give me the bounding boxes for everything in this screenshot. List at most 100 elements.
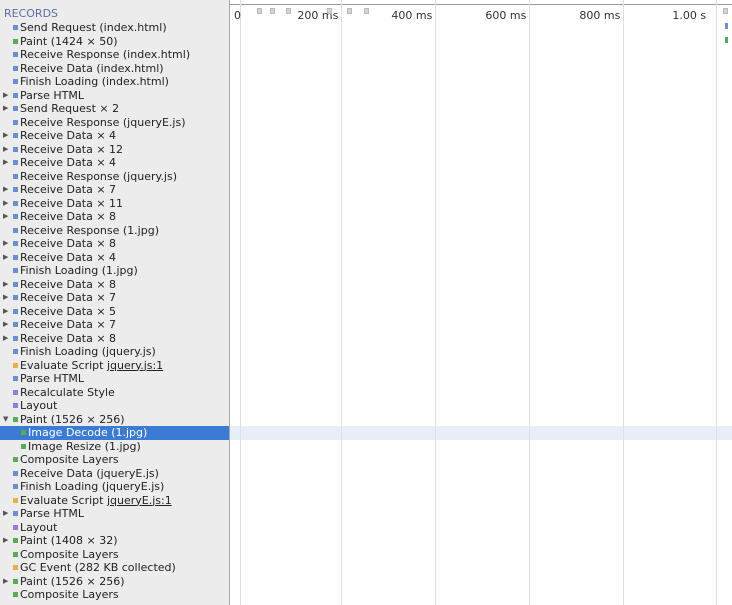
record-label: Parse HTML	[20, 507, 85, 520]
record-row[interactable]: ▶ Receive Data × 11	[0, 197, 229, 211]
record-row[interactable]: ▶ Receive Data × 8	[0, 237, 229, 251]
record-row[interactable]: ▶ Receive Data × 4	[0, 251, 229, 265]
record-row[interactable]: Image Resize (1.jpg)	[0, 440, 229, 454]
record-category-icon	[13, 470, 18, 476]
record-row[interactable]: Layout	[0, 521, 229, 535]
record-label: Parse HTML	[20, 88, 85, 102]
expand-right-icon[interactable]: ▶	[3, 291, 10, 305]
record-category-icon	[13, 146, 18, 152]
record-row[interactable]: ▶ Send Request × 2	[0, 102, 229, 116]
record-row[interactable]: Finish Loading (index.html)	[0, 75, 229, 89]
record-row[interactable]: Finish Loading (1.jpg)	[0, 264, 229, 278]
record-row[interactable]: Receive Data (index.html)	[0, 62, 229, 76]
record-row[interactable]: ▶ Receive Data × 5	[0, 305, 229, 319]
record-row[interactable]: ▶ Receive Data × 8	[0, 210, 229, 224]
record-label: Paint (1424 × 50)	[20, 34, 118, 48]
expand-right-icon[interactable]: ▶	[3, 143, 10, 157]
expand-right-icon[interactable]: ▶	[3, 507, 10, 521]
record-label: Receive Data (index.html)	[20, 61, 164, 75]
record-row[interactable]: Finish Loading (jqueryE.js)	[0, 480, 229, 494]
record-category-icon	[13, 484, 18, 489]
record-category-icon	[13, 335, 18, 341]
expand-right-icon[interactable]: ▶	[3, 237, 10, 251]
record-row[interactable]: ▶ Receive Data × 4	[0, 129, 229, 143]
record-row[interactable]: Composite Layers	[0, 453, 229, 467]
record-row[interactable]: ▼ Paint (1526 × 256)	[0, 413, 229, 427]
record-row[interactable]: Receive Response (index.html)	[0, 48, 229, 62]
record-row[interactable]: Send Request (index.html)	[0, 21, 229, 35]
record-row[interactable]: Receive Response (1.jpg)	[0, 224, 229, 238]
record-bar[interactable]	[725, 23, 728, 29]
record-row[interactable]: Receive Response (jqueryE.js)	[0, 116, 229, 130]
expand-right-icon[interactable]: ▶	[3, 251, 10, 265]
record-row[interactable]: Paint (1424 × 50)	[0, 35, 229, 49]
expand-right-icon[interactable]: ▶	[3, 129, 10, 143]
timeline-overview-strip	[230, 0, 732, 5]
record-category-icon	[13, 389, 18, 395]
expand-down-icon[interactable]: ▼	[3, 413, 10, 427]
expand-right-icon[interactable]: ▶	[3, 156, 10, 170]
record-category-icon	[13, 187, 18, 192]
record-label: Receive Data × 8	[20, 331, 117, 345]
record-row[interactable]: ▶ Paint (1408 × 32)	[0, 534, 229, 548]
record-row[interactable]: Evaluate Script jquery.js:1	[0, 359, 229, 373]
expand-right-icon[interactable]: ▶	[3, 183, 10, 197]
expand-right-icon[interactable]: ▶	[3, 534, 10, 548]
record-category-icon	[13, 119, 18, 125]
timeline-gridline	[240, 0, 241, 605]
expand-right-icon[interactable]: ▶	[3, 575, 10, 589]
record-label: Finish Loading (jquery.js)	[20, 345, 156, 358]
record-category-icon	[13, 241, 18, 246]
record-row[interactable]: Composite Layers	[0, 588, 229, 602]
record-row[interactable]: ▶ Receive Data × 8	[0, 332, 229, 346]
record-label: Receive Data × 4	[20, 156, 117, 169]
timeline-tick-label: 400 ms	[391, 9, 433, 22]
record-row[interactable]: ▶ Receive Data × 12	[0, 143, 229, 157]
record-row[interactable]: GC Event (282 KB collected)	[0, 561, 229, 575]
timeline-panel: 0 200 ms 400 ms 600 ms 800 ms 1.00 s	[230, 0, 732, 605]
expand-right-icon[interactable]: ▶	[3, 197, 10, 211]
record-label: Composite Layers	[20, 588, 119, 601]
record-row[interactable]: ▶ Receive Data × 7	[0, 291, 229, 305]
record-row[interactable]: Image Decode (1.jpg)	[0, 426, 229, 440]
record-bar[interactable]	[725, 37, 728, 43]
record-category-icon	[13, 538, 18, 543]
script-location-link[interactable]: jquery.js:1	[107, 359, 163, 372]
record-row[interactable]: Receive Data (jqueryE.js)	[0, 467, 229, 481]
record-category-icon	[13, 268, 18, 273]
record-category-icon	[13, 308, 18, 314]
script-location-link[interactable]: jqueryE.js:1	[107, 494, 172, 507]
record-row[interactable]: Finish Loading (jquery.js)	[0, 345, 229, 359]
record-label: Receive Response (1.jpg)	[20, 223, 159, 237]
record-row[interactable]: Layout	[0, 399, 229, 413]
record-row[interactable]: Parse HTML	[0, 372, 229, 386]
record-row[interactable]: Evaluate Script jqueryE.js:1	[0, 494, 229, 508]
expand-right-icon[interactable]: ▶	[3, 210, 10, 224]
record-row[interactable]: ▶ Receive Data × 7	[0, 318, 229, 332]
record-category-icon	[13, 106, 18, 111]
record-row[interactable]: Recalculate Style	[0, 386, 229, 400]
record-row[interactable]: ▶ Receive Data × 7	[0, 183, 229, 197]
expand-right-icon[interactable]: ▶	[3, 278, 10, 292]
expand-right-icon[interactable]: ▶	[3, 332, 10, 346]
expand-right-icon[interactable]: ▶	[3, 102, 10, 116]
record-row[interactable]: Composite Layers	[0, 548, 229, 562]
record-label: Receive Data × 5	[20, 304, 117, 318]
record-category-icon	[13, 511, 18, 516]
record-row[interactable]: Receive Response (jquery.js)	[0, 170, 229, 184]
record-category-icon	[13, 160, 18, 165]
expand-right-icon[interactable]: ▶	[3, 305, 10, 319]
record-row[interactable]: ▶ Receive Data × 8	[0, 278, 229, 292]
record-category-icon	[13, 52, 18, 57]
records-list: Send Request (index.html) Paint (1424 × 5…	[0, 21, 229, 602]
record-row[interactable]: ▶ Receive Data × 4	[0, 156, 229, 170]
record-row[interactable]: ▶ Parse HTML	[0, 507, 229, 521]
record-row[interactable]: ▶ Paint (1526 × 256)	[0, 575, 229, 589]
record-category-icon	[13, 457, 18, 462]
expand-right-icon[interactable]: ▶	[3, 318, 10, 332]
overview-marker	[327, 8, 332, 14]
expand-right-icon[interactable]: ▶	[3, 89, 10, 103]
record-category-icon	[13, 565, 18, 570]
record-row[interactable]: ▶ Parse HTML	[0, 89, 229, 103]
record-label: Finish Loading (jqueryE.js)	[20, 480, 165, 493]
